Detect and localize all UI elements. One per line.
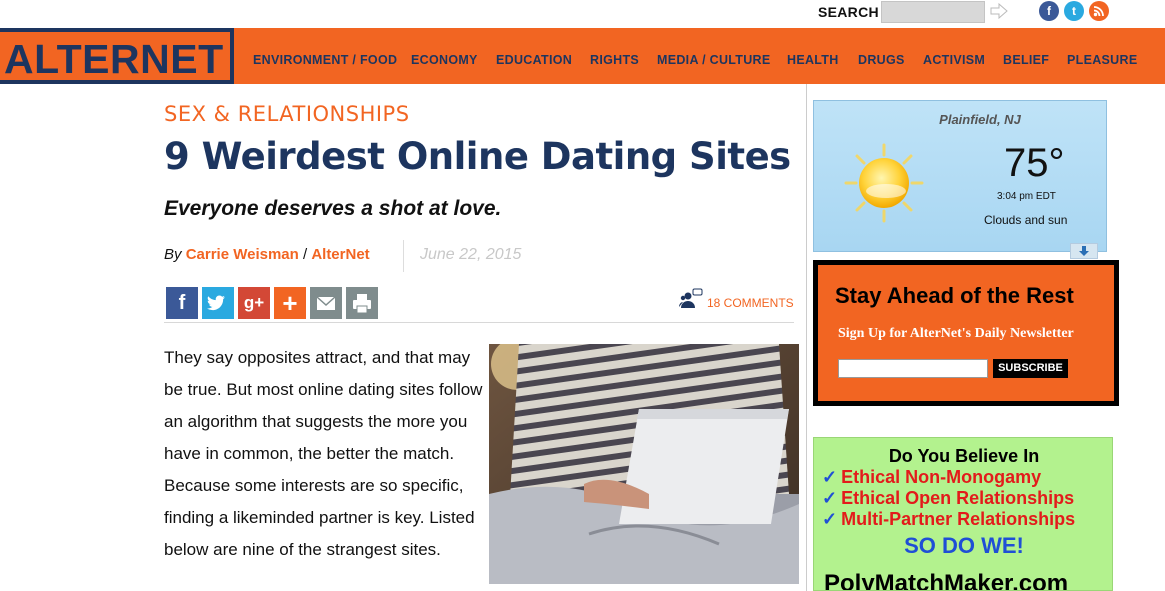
article-subtitle: Everyone deserves a shot at love. xyxy=(164,197,502,220)
ad-tagline: SO DO WE! xyxy=(904,533,1024,558)
weather-temperature: 75° xyxy=(1004,141,1065,185)
search-submit-arrow-icon[interactable] xyxy=(990,3,1008,19)
ad-item-text: Multi-Partner Relationships xyxy=(841,509,1076,529)
checkmark-icon: ✓ xyxy=(822,488,838,508)
subscribe-button[interactable]: SUBSCRIBE xyxy=(993,359,1068,378)
ad-item: ✓ Ethical Non-Monogamy xyxy=(822,467,1041,488)
download-arrow-icon xyxy=(1079,246,1089,256)
weather-time: 3:04 pm EDT xyxy=(997,191,1056,202)
newsletter-email-input[interactable] xyxy=(838,359,988,378)
share-twitter-button[interactable] xyxy=(202,287,234,319)
polymatchmaker-ad[interactable]: Do You Believe In ✓ Ethical Non-Monogamy … xyxy=(813,437,1113,591)
nav-belief[interactable]: BELIEF xyxy=(1003,53,1049,67)
byline-prefix: By xyxy=(164,246,186,263)
article-title: 9 Weirdest Online Dating Sites xyxy=(164,135,791,178)
nav-environment-food[interactable]: ENVIRONMENT / FOOD xyxy=(253,53,397,67)
weather-expand-button[interactable] xyxy=(1070,243,1098,259)
site-logo[interactable]: ALTERNET xyxy=(0,28,234,84)
nav-media-culture[interactable]: MEDIA / CULTURE xyxy=(657,53,771,67)
newsletter-signup: Stay Ahead of the Rest Sign Up for Alter… xyxy=(813,260,1119,406)
checkmark-icon: ✓ xyxy=(822,509,838,529)
weather-widget: Plainfield, NJ 75° 3:04 pm EDT Clouds an… xyxy=(813,100,1107,252)
nav-pleasure[interactable]: PLEASURE xyxy=(1067,53,1137,67)
share-facebook-button[interactable]: f xyxy=(166,287,198,319)
publication-link[interactable]: AlterNet xyxy=(311,246,369,263)
nav-education[interactable]: EDUCATION xyxy=(496,53,572,67)
sun-cloud-icon xyxy=(844,143,924,223)
byline-divider xyxy=(403,240,404,272)
share-more-button[interactable]: + xyxy=(274,287,306,319)
comments-people-icon[interactable] xyxy=(679,288,703,310)
nav-activism[interactable]: ACTIVISM xyxy=(923,53,985,67)
email-icon xyxy=(316,296,336,310)
checkmark-icon: ✓ xyxy=(822,467,838,487)
ad-item: ✓ Multi-Partner Relationships xyxy=(822,509,1075,530)
search-input[interactable] xyxy=(881,1,985,23)
publish-date: June 22, 2015 xyxy=(420,246,522,263)
comments-link[interactable]: 18 COMMENTS xyxy=(707,296,794,310)
share-bar-rule xyxy=(164,322,794,323)
ad-item-text: Ethical Non-Monogamy xyxy=(841,467,1042,487)
article-category-link[interactable]: SEX & RELATIONSHIPS xyxy=(164,102,410,126)
rss-icon[interactable] xyxy=(1089,1,1109,21)
print-icon xyxy=(353,294,371,314)
byline: By Carrie Weisman / AlterNet xyxy=(164,246,370,263)
logo-text: ALTERNET xyxy=(4,36,224,82)
nav-drugs[interactable]: DRUGS xyxy=(858,53,905,67)
search-label: SEARCH xyxy=(818,4,879,20)
twitter-icon xyxy=(206,295,225,311)
nav-health[interactable]: HEALTH xyxy=(787,53,839,67)
newsletter-subtitle: Sign Up for AlterNet's Daily Newsletter xyxy=(838,326,1074,341)
author-link[interactable]: Carrie Weisman xyxy=(186,246,299,263)
ad-brand: PolyMatchMaker.com xyxy=(824,570,1069,591)
weather-condition: Clouds and sun xyxy=(984,213,1068,227)
weather-city: Plainfield, NJ xyxy=(939,112,1021,127)
ad-heading: Do You Believe In xyxy=(888,446,1040,466)
article-photo xyxy=(489,344,799,584)
twitter-icon[interactable]: t xyxy=(1064,1,1084,21)
sidebar-divider xyxy=(806,84,807,591)
ad-item: ✓ Ethical Open Relationships xyxy=(822,488,1074,509)
share-print-button[interactable] xyxy=(346,287,378,319)
ad-item-text: Ethical Open Relationships xyxy=(841,488,1075,508)
article-body-paragraph: They say opposites attract, and that may… xyxy=(164,348,483,559)
share-email-button[interactable] xyxy=(310,287,342,319)
nav-economy[interactable]: ECONOMY xyxy=(411,53,478,67)
share-google-plus-button[interactable]: g+ xyxy=(238,287,270,319)
nav-rights[interactable]: RIGHTS xyxy=(590,53,639,67)
newsletter-title: Stay Ahead of the Rest xyxy=(835,283,1074,308)
top-bar: SEARCH f t xyxy=(0,0,1165,28)
facebook-icon[interactable]: f xyxy=(1039,1,1059,21)
byline-separator: / xyxy=(298,246,312,263)
